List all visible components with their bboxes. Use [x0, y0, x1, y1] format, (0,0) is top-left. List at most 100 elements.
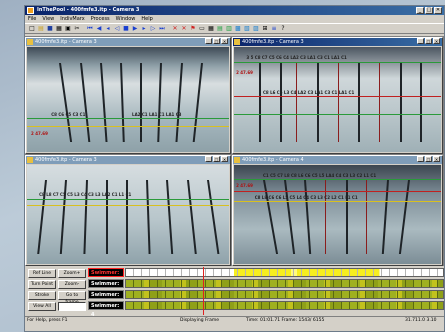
flag-icon[interactable]: ⚑ — [189, 25, 197, 33]
play-back-icon[interactable]: ◁ — [113, 25, 121, 33]
camera-icon[interactable]: ▭ — [198, 25, 206, 33]
first-frame-icon[interactable]: ⏮ — [86, 25, 94, 33]
last-frame-icon[interactable]: ⏭ — [158, 25, 166, 33]
video-icon — [27, 157, 33, 163]
minimize-button[interactable]: _ — [416, 7, 424, 14]
lane-marker-labels: LA2 C1 LA1 C1 LA1 C3 — [132, 112, 182, 118]
close-button[interactable]: ✕ — [434, 7, 442, 14]
stroke-button[interactable]: Stroke — [28, 291, 56, 300]
status-time-frame: Time: 01:01.71 Frame: 1543/ 6155 — [246, 318, 325, 323]
open-icon[interactable]: ▤ — [37, 25, 45, 33]
app-window: InThePool - 400fmfe3.itp - Camera 3 _ □ … — [24, 5, 445, 332]
new-icon[interactable]: □ — [28, 25, 36, 33]
camera-view-2[interactable]: 400fmfe3.itp - Camera 3 _ □ ✕ 3 5 C8 C7 … — [232, 37, 443, 154]
camera-view-3[interactable]: 400fmfe3.itp - Camera 3 _ □ ✕ C8 L8 C7 C… — [25, 155, 231, 266]
film-icon[interactable]: ▣ — [64, 25, 72, 33]
camera-view-1[interactable]: 400fmfe3.itp - Camera 3 _ □ ✕ C8 C6 C5 C… — [25, 37, 231, 154]
swimmer-3-timeline[interactable] — [125, 290, 444, 299]
app-icon — [27, 7, 34, 14]
minimize-button[interactable]: _ — [205, 156, 212, 162]
play-icon[interactable]: ▶ — [131, 25, 139, 33]
cut-icon[interactable]: ✂ — [73, 25, 81, 33]
minimize-button[interactable]: _ — [205, 38, 212, 44]
pool-video-frame[interactable]: C8 C6 C5 C3 C1 LA2 C1 LA1 C1 LA1 C3 2 47… — [27, 47, 229, 152]
layout-icon[interactable]: ⊞ — [261, 25, 269, 33]
mark-x2-icon[interactable]: ✕ — [180, 25, 188, 33]
scale-readout: 2 47.69 — [236, 182, 253, 188]
video-icon — [234, 157, 240, 163]
help-icon[interactable]: ? — [279, 25, 287, 33]
lane-marker-labels: C8 C6 C5 C3 C1 — [51, 112, 86, 118]
swimmer-3-label[interactable]: Swimmer: 3 — [88, 290, 124, 307]
maximize-button[interactable]: □ — [213, 156, 220, 162]
minimize-button[interactable]: _ — [417, 156, 424, 162]
maximize-button[interactable]: □ — [425, 156, 432, 162]
camera-view-3-titlebar: 400fmfe3.itp - Camera 3 _ □ ✕ — [26, 156, 230, 164]
zoom-icon[interactable]: ▥ — [225, 25, 233, 33]
camera-view-4[interactable]: 400fmfe3.itp - Camera 4 _ □ ✕ C1 C5 C7 L… — [232, 155, 443, 266]
grid-icon[interactable]: ▦ — [207, 25, 215, 33]
list-icon[interactable]: ≡ — [270, 25, 278, 33]
view-all-button[interactable]: View All — [28, 302, 56, 311]
pool-video-frame[interactable]: C8 L8 C7 C5 C5 L3 C4 C3 L3 LA2 C1 L1 C1 — [27, 165, 229, 264]
maximize-button[interactable]: □ — [425, 7, 433, 14]
menu-indivmarx[interactable]: IndivMarx — [60, 16, 84, 22]
maximize-button[interactable]: □ — [213, 38, 220, 44]
lane-marker-labels: C8 L8 C6 C6 L5 C5 L4 C4 C3 L3 C2 L2 C1 L… — [254, 194, 358, 200]
timeline-cursor[interactable] — [203, 267, 204, 315]
swimmer-2-timeline[interactable] — [125, 279, 444, 288]
print-icon[interactable]: ▦ — [55, 25, 63, 33]
close-button[interactable]: ✕ — [433, 156, 440, 162]
close-button[interactable]: ✕ — [433, 38, 440, 44]
save-icon[interactable]: ■ — [46, 25, 54, 33]
pool-video-frame[interactable]: C1 C5 C7 L8 C8 L6 C6 C5 L5 LA4 C4 C3 L3 … — [234, 165, 441, 264]
ruler-icon[interactable]: ▩ — [234, 25, 242, 33]
swimmer-1-label[interactable]: Swimmer: 1 — [88, 268, 124, 285]
lane-marker-labels: C1 C5 C7 L8 C8 L6 C6 C5 L5 LA4 C4 C3 L3 … — [262, 172, 377, 178]
mdi-workspace: 400fmfe3.itp - Camera 3 _ □ ✕ C8 C6 C5 C… — [25, 36, 444, 266]
maximize-button[interactable]: □ — [425, 38, 432, 44]
window-title: InThePool - 400fmfe3.itp - Camera 3 — [37, 7, 140, 13]
scale-readout: 2 47.69 — [236, 70, 253, 76]
status-mode: Displaying Frame — [180, 318, 219, 323]
control-panel: Ref Line Zoom+ Turn Point Zoom- Stroke G… — [25, 267, 444, 324]
next-icon[interactable]: ▷ — [149, 25, 157, 33]
toolbar: □ ▤ ■ ▦ ▣ ✂ ⏮ ◀ ◂ ◁ ■ ▶ ▸ ▷ ⏭ ✕ ✕ ⚑ ▭ ▦ … — [25, 23, 444, 34]
camera-view-2-title: 400fmfe3.itp - Camera 3 — [242, 39, 304, 45]
prev-icon[interactable]: ◀ — [95, 25, 103, 33]
minimize-button[interactable]: _ — [417, 38, 424, 44]
window-controls: _ □ ✕ — [416, 7, 442, 14]
forward-icon[interactable]: ▸ — [140, 25, 148, 33]
stop-icon[interactable]: ■ — [122, 25, 130, 33]
video-icon — [234, 39, 240, 45]
scale-readout: 2 47.69 — [31, 131, 48, 136]
swimmer-4-timeline[interactable] — [125, 301, 444, 310]
close-button[interactable]: ✕ — [221, 38, 228, 44]
video-icon — [27, 39, 33, 45]
menu-process[interactable]: Process — [91, 16, 110, 22]
table-icon[interactable]: ▨ — [252, 25, 260, 33]
swimmer-4-label[interactable]: Swimmer: 4 — [88, 301, 124, 318]
menu-help[interactable]: Help — [141, 16, 152, 22]
zoom-plus-button[interactable]: Zoom+ — [58, 269, 86, 278]
lane-marker-labels: 3 5 C8 C7 C5 C6 C4 LA2 C3 LA1 C3 C1 LA1 … — [246, 55, 347, 61]
swimmer-2-label[interactable]: Swimmer: 2 — [88, 279, 124, 296]
lane-icon[interactable]: ▤ — [216, 25, 224, 33]
go-to-frame-button[interactable]: Go to frame — [58, 291, 86, 305]
ref-line-button[interactable]: Ref Line — [28, 269, 56, 278]
frame-number-input[interactable] — [58, 302, 86, 311]
status-extra: 31.711.0 3.10 — [405, 318, 437, 323]
menu-file[interactable]: File — [28, 16, 36, 22]
back-icon[interactable]: ◂ — [104, 25, 112, 33]
status-help: For Help, press F1 — [27, 318, 68, 323]
swimmer-1-timeline[interactable] — [125, 268, 444, 277]
turn-point-button[interactable]: Turn Point — [28, 280, 56, 289]
zoom-minus-button[interactable]: Zoom- — [58, 280, 86, 289]
chart-icon[interactable]: ▧ — [243, 25, 251, 33]
lane-marker-labels: C8 L8 C7 C5 C5 L3 C4 C3 L3 LA2 C1 L1 C1 — [39, 191, 132, 197]
close-button[interactable]: ✕ — [221, 156, 228, 162]
menu-window[interactable]: Window — [116, 16, 136, 22]
mark-x-icon[interactable]: ✕ — [171, 25, 179, 33]
pool-video-frame[interactable]: 3 5 C8 C7 C5 C6 C4 LA2 C3 LA1 C3 C1 LA1 … — [234, 47, 441, 152]
menu-view[interactable]: View — [42, 16, 54, 22]
